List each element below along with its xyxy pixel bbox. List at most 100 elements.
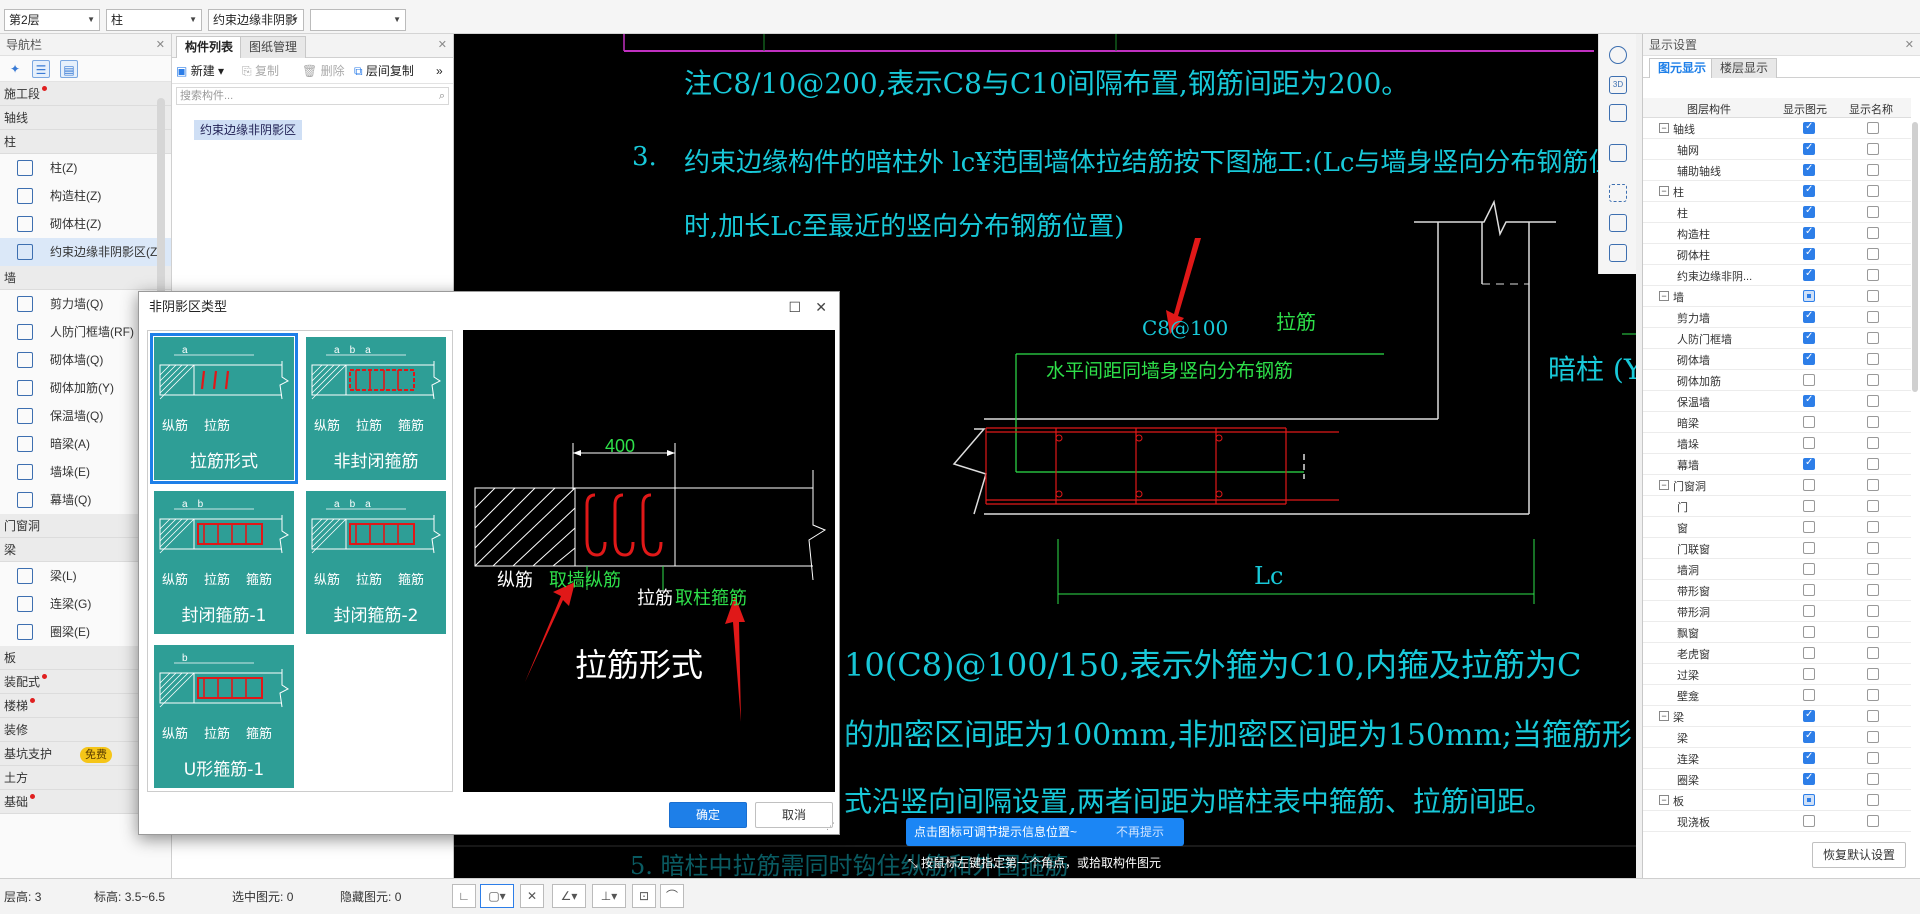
show-name-checkbox[interactable] xyxy=(1867,416,1879,428)
show-name-checkbox[interactable] xyxy=(1867,815,1879,827)
show-name-checkbox[interactable] xyxy=(1867,584,1879,596)
show-element-checkbox[interactable] xyxy=(1803,416,1815,428)
show-element-checkbox[interactable] xyxy=(1803,310,1815,323)
angle-icon[interactable]: ∠▾ xyxy=(552,884,586,908)
cube-solid-icon[interactable] xyxy=(1609,144,1627,162)
show-name-checkbox[interactable] xyxy=(1867,479,1879,491)
nav-category[interactable]: 柱 xyxy=(0,130,171,154)
nav-item[interactable]: 构造柱(Z) xyxy=(0,182,171,210)
show-element-checkbox[interactable] xyxy=(1803,184,1815,197)
type-tile[interactable]: ab 纵筋 拉筋 箍筋 封闭箍筋-1 xyxy=(154,491,294,634)
more-icon[interactable]: » xyxy=(436,62,443,80)
show-name-checkbox[interactable] xyxy=(1867,437,1879,449)
show-name-checkbox[interactable] xyxy=(1867,794,1879,806)
3d-view-icon[interactable]: 3D xyxy=(1609,76,1627,94)
nav-category[interactable]: 施工段 xyxy=(0,82,171,106)
show-element-checkbox[interactable] xyxy=(1803,584,1815,596)
show-element-checkbox[interactable] xyxy=(1803,163,1815,176)
show-name-checkbox[interactable] xyxy=(1867,500,1879,512)
type-tile[interactable]: aba 纵筋 拉筋 箍筋 非封闭箍筋 xyxy=(306,337,446,480)
show-name-checkbox[interactable] xyxy=(1867,605,1879,617)
type-tile[interactable]: aba 纵筋 拉筋 箍筋 封闭箍筋-2 xyxy=(306,491,446,634)
show-name-checkbox[interactable] xyxy=(1867,353,1879,365)
delete-button[interactable]: 🗑 删除 xyxy=(302,62,345,80)
collapse-icon[interactable]: − xyxy=(1659,711,1669,721)
show-name-checkbox[interactable] xyxy=(1867,647,1879,659)
tab-element-display[interactable]: 图元显示 xyxy=(1649,58,1716,78)
type-tile[interactable]: a 纵筋 拉筋 拉筋形式 xyxy=(150,333,298,484)
show-name-checkbox[interactable] xyxy=(1867,311,1879,323)
collapse-icon[interactable]: − xyxy=(1659,795,1669,805)
show-name-checkbox[interactable] xyxy=(1867,773,1879,785)
fit-view-icon[interactable] xyxy=(1609,184,1627,202)
show-name-checkbox[interactable] xyxy=(1867,542,1879,554)
close-icon[interactable]: ✕ xyxy=(1905,34,1914,56)
show-element-checkbox[interactable] xyxy=(1803,730,1815,743)
nav-scrollbar[interactable] xyxy=(157,98,165,308)
tip-dismiss-link[interactable]: 不再提示 xyxy=(1116,818,1164,846)
nav-item[interactable]: 约束边缘非阴影区(Z xyxy=(0,238,171,266)
nav-item[interactable]: 柱(Z) xyxy=(0,154,171,182)
show-name-checkbox[interactable] xyxy=(1867,458,1879,470)
ok-button[interactable]: 确定 xyxy=(669,802,747,828)
show-element-checkbox[interactable] xyxy=(1803,626,1815,638)
search-input[interactable]: 搜索构件... ⌕ xyxy=(176,87,449,105)
show-name-checkbox[interactable] xyxy=(1867,269,1879,281)
show-name-checkbox[interactable] xyxy=(1867,668,1879,680)
tab-component-list[interactable]: 构件列表 xyxy=(176,36,243,58)
show-name-checkbox[interactable] xyxy=(1867,332,1879,344)
show-element-checkbox[interactable] xyxy=(1803,374,1815,386)
tab-drawing-manage[interactable]: 图纸管理 xyxy=(240,36,307,58)
show-name-checkbox[interactable] xyxy=(1867,227,1879,239)
nav-item[interactable]: 砌体柱(Z) xyxy=(0,210,171,238)
show-element-checkbox[interactable] xyxy=(1803,794,1815,806)
show-name-checkbox[interactable] xyxy=(1867,752,1879,764)
settings-list-icon[interactable] xyxy=(1609,244,1627,262)
close-icon[interactable]: ✕ xyxy=(156,34,165,56)
show-element-checkbox[interactable] xyxy=(1803,437,1815,449)
layer-icon[interactable] xyxy=(1609,214,1627,232)
show-name-checkbox[interactable] xyxy=(1867,290,1879,302)
tab-floor-display[interactable]: 楼层显示 xyxy=(1711,58,1778,78)
arc-icon[interactable]: ⌒ xyxy=(660,884,684,908)
floor-select[interactable]: 第2层 ▼ xyxy=(4,9,100,31)
show-name-checkbox[interactable] xyxy=(1867,521,1879,533)
new-button[interactable]: ▣ 新建 ▾ xyxy=(176,62,224,80)
show-element-checkbox[interactable] xyxy=(1803,290,1815,302)
pin-icon[interactable]: ✦ xyxy=(6,60,24,78)
show-element-checkbox[interactable] xyxy=(1803,772,1815,785)
nav-category[interactable]: 轴线 xyxy=(0,106,171,130)
dynamic-input-icon[interactable]: ⊡ xyxy=(632,884,656,908)
maximize-icon[interactable]: ☐ xyxy=(788,292,801,322)
show-name-checkbox[interactable] xyxy=(1867,395,1879,407)
show-element-checkbox[interactable] xyxy=(1803,121,1815,134)
show-element-checkbox[interactable] xyxy=(1803,709,1815,722)
show-element-checkbox[interactable] xyxy=(1803,647,1815,659)
cancel-button[interactable]: 取消 xyxy=(755,802,833,828)
show-name-checkbox[interactable] xyxy=(1867,710,1879,722)
show-element-checkbox[interactable] xyxy=(1803,815,1815,827)
show-element-checkbox[interactable] xyxy=(1803,689,1815,701)
collapse-icon[interactable]: − xyxy=(1659,291,1669,301)
display-scrollbar[interactable] xyxy=(1912,122,1918,392)
collapse-icon[interactable]: − xyxy=(1659,480,1669,490)
show-element-checkbox[interactable] xyxy=(1803,205,1815,218)
cross-icon[interactable]: ✕ xyxy=(520,884,544,908)
show-name-checkbox[interactable] xyxy=(1867,122,1879,134)
snap-icon[interactable]: ▢▾ xyxy=(480,884,514,908)
show-element-checkbox[interactable] xyxy=(1803,352,1815,365)
list-view-icon[interactable]: ☰ xyxy=(32,60,50,78)
show-element-checkbox[interactable] xyxy=(1803,394,1815,407)
ortho-icon[interactable]: ∟ xyxy=(452,884,476,908)
collapse-icon[interactable]: − xyxy=(1659,123,1669,133)
offset-icon[interactable]: ⊥▾ xyxy=(592,884,626,908)
show-element-checkbox[interactable] xyxy=(1803,542,1815,554)
show-name-checkbox[interactable] xyxy=(1867,374,1879,386)
show-element-checkbox[interactable] xyxy=(1803,142,1815,155)
show-element-checkbox[interactable] xyxy=(1803,331,1815,344)
resize-grip-icon[interactable]: ⋰ xyxy=(826,821,835,832)
show-element-checkbox[interactable] xyxy=(1803,247,1815,260)
show-element-checkbox[interactable] xyxy=(1803,479,1815,491)
show-element-checkbox[interactable] xyxy=(1803,268,1815,281)
nav-category-wall[interactable]: 墙 xyxy=(0,266,171,290)
